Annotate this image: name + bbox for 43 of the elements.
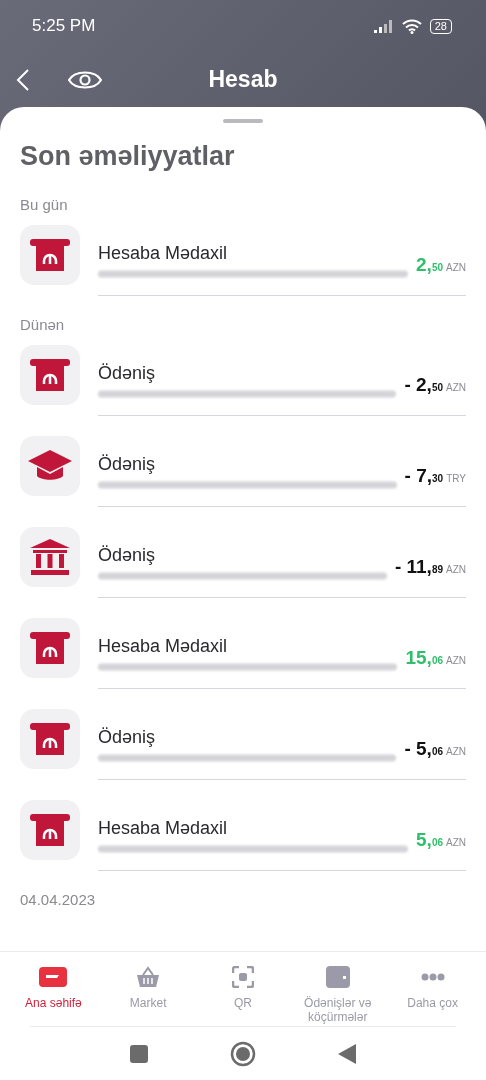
recents-button[interactable] [130,1044,148,1063]
nav-tab[interactable]: Ana səhifə [6,952,101,1026]
back-nav-button[interactable] [338,1043,356,1064]
section-title: Son əməliyyatlar [20,141,236,172]
status-time: 5:25 PM [32,16,96,36]
transaction-title: Ödəniş [98,362,157,384]
battery-level: 28 [429,18,452,34]
wifi-icon [401,18,422,34]
basket-icon [136,966,161,988]
transaction-amount: - 2,50 AZN [404,374,466,396]
sheet-handle[interactable] [223,119,263,123]
transaction-amount: 5,06 AZN [416,829,466,851]
date-label: Dünən [20,316,66,333]
home-button[interactable] [230,1040,256,1067]
atm-icon [29,357,71,393]
transaction-amount: - 5,06 AZN [404,738,466,760]
transaction-amount: - 7,30 TRY [404,465,466,487]
transaction-title: Ödəniş [98,726,157,748]
nav-tab[interactable]: Daha çox [385,952,480,1026]
transaction-amount: 15,06 AZN [405,647,466,669]
transaction-title: Hesaba Mədaxil [98,817,229,839]
scan-icon [232,966,254,988]
transaction-title: Hesaba Mədaxil [98,242,229,264]
signal-icon [373,19,394,33]
wallet-icon [325,966,350,988]
transaction-title: Ödəniş [98,544,157,566]
nav-tab[interactable]: Ödənişlər və köçürmələr [290,952,386,1026]
transaction-title: Ödəniş [98,453,157,475]
transaction-amount: - 11,89 AZN [394,556,466,578]
transaction-amount: 2,50 AZN [416,254,466,276]
nav-tab[interactable]: Market [100,952,196,1026]
atm-icon [29,812,71,848]
page-title: Hesab [208,66,278,93]
atm-icon [29,237,71,273]
atm-icon [29,721,71,757]
card-icon [39,967,68,987]
atm-icon [29,630,71,666]
date-label: Bu gün [20,196,69,213]
more-icon [420,973,445,981]
date-label: 04.04.2023 [20,891,97,908]
bank-icon [29,538,71,576]
nav-tab[interactable]: QR [195,952,291,1026]
transaction-title: Hesaba Mədaxil [98,635,229,657]
